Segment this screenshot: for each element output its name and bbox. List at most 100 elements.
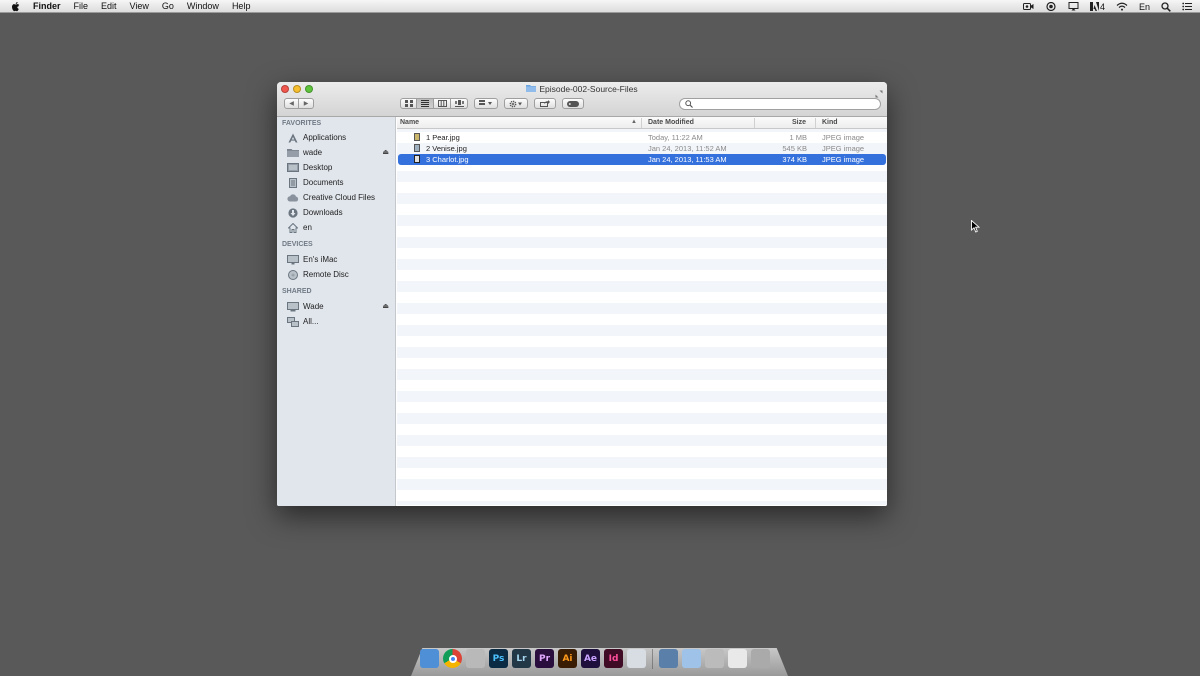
lightroom-icon[interactable]: Lr: [512, 649, 531, 668]
menu-go[interactable]: Go: [162, 1, 174, 11]
action-button[interactable]: [504, 98, 528, 109]
cloud-sync-icon[interactable]: [1045, 2, 1057, 11]
sidebar-item-en[interactable]: en: [287, 221, 392, 234]
file-row[interactable]: 2 Venise.jpg Jan 24, 2013, 11:52 AM 545 …: [397, 143, 887, 154]
network-icon: [287, 316, 299, 327]
column-view-icon: [437, 100, 447, 107]
search-input[interactable]: [697, 100, 867, 108]
airplay-icon[interactable]: [1068, 2, 1079, 11]
sidebar-item-desktop[interactable]: Desktop: [287, 161, 392, 174]
file-name: 2 Venise.jpg: [426, 144, 467, 153]
list-view-button[interactable]: [417, 98, 434, 109]
file-kind: JPEG image: [822, 155, 865, 164]
column-divider[interactable]: [754, 118, 755, 128]
chrome-icon[interactable]: [443, 649, 462, 668]
sidebar-item-documents[interactable]: Documents: [287, 176, 392, 189]
downloads-stack-icon[interactable]: [682, 649, 701, 668]
column-header-size[interactable]: Size: [792, 119, 806, 126]
sidebar-item-remote-disc[interactable]: Remote Disc: [287, 268, 392, 281]
notifications-icon[interactable]: [1182, 2, 1192, 11]
jpeg-file-icon: [414, 155, 420, 163]
sidebar-item-label: En's iMac: [303, 255, 338, 264]
title-bar[interactable]: Episode-002-Source-Files ◀ ▶: [277, 82, 887, 117]
column-header-name[interactable]: Name: [400, 119, 419, 126]
downloads-icon: [287, 207, 299, 218]
sidebar-item-shared-wade[interactable]: Wade ⏏: [287, 300, 392, 313]
eject-icon[interactable]: ⏏: [382, 302, 389, 310]
premiere-icon[interactable]: Pr: [535, 649, 554, 668]
column-divider[interactable]: [815, 118, 816, 128]
column-divider[interactable]: [641, 118, 642, 128]
menu-app-name[interactable]: Finder: [33, 1, 61, 11]
sidebar-item-imac[interactable]: En's iMac: [287, 253, 392, 266]
menu-edit[interactable]: Edit: [101, 1, 117, 11]
finder-icon[interactable]: [420, 649, 439, 668]
indesign-icon[interactable]: Id: [604, 649, 623, 668]
sidebar: FAVORITES Applications wade ⏏ Desktop Do…: [277, 117, 396, 506]
gear-icon: [509, 100, 522, 107]
photo-booth-icon[interactable]: [466, 649, 485, 668]
media-icon[interactable]: [659, 649, 678, 668]
sidebar-item-label: Remote Disc: [303, 270, 349, 279]
share-button[interactable]: [534, 98, 556, 109]
dock-icons: Ps Lr Pr Ai Ae Id: [420, 649, 770, 669]
facetime-icon[interactable]: [1022, 2, 1034, 11]
sidebar-item-label: Applications: [303, 133, 347, 142]
column-header-bar: Name ▲ Date Modified Size Kind: [397, 117, 887, 129]
share-icon: [540, 100, 550, 107]
arrange-button[interactable]: [474, 98, 498, 109]
automator-icon[interactable]: [705, 649, 724, 668]
wifi-icon[interactable]: [1116, 2, 1128, 11]
back-button[interactable]: ◀: [284, 98, 299, 109]
icon-view-icon: [404, 100, 413, 107]
search-field[interactable]: [679, 98, 881, 110]
fullscreen-icon[interactable]: [875, 85, 883, 98]
file-size: 1 MB: [789, 133, 807, 142]
photoshop-icon[interactable]: Ps: [489, 649, 508, 668]
column-view-button[interactable]: [434, 98, 451, 109]
menu-file[interactable]: File: [74, 1, 89, 11]
sidebar-item-label: All...: [303, 317, 319, 326]
column-header-date[interactable]: Date Modified: [648, 119, 694, 126]
file-size: 545 KB: [782, 144, 807, 153]
file-kind: JPEG image: [822, 133, 865, 142]
menu-window[interactable]: Window: [187, 1, 219, 11]
finder-window: Episode-002-Source-Files ◀ ▶ FAVORITES A…: [277, 82, 887, 506]
file-row[interactable]: 1 Pear.jpg Today, 11:22 AM 1 MB JPEG ima…: [397, 132, 887, 143]
menu-view[interactable]: View: [130, 1, 149, 11]
after-effects-icon[interactable]: Ae: [581, 649, 600, 668]
input-source[interactable]: En: [1139, 2, 1150, 12]
documents-stack-icon[interactable]: [728, 649, 747, 668]
file-row-selected[interactable]: 3 Charlot.jpg Jan 24, 2013, 11:53 AM 374…: [398, 154, 886, 165]
forward-button[interactable]: ▶: [299, 98, 314, 109]
spotlight-icon[interactable]: [1161, 1, 1171, 12]
search-icon: [685, 100, 693, 108]
tags-button[interactable]: [562, 98, 584, 109]
menu-help[interactable]: Help: [232, 1, 251, 11]
eject-icon[interactable]: ⏏: [382, 148, 389, 156]
apple-icon[interactable]: [11, 1, 23, 12]
favorites-header: FAVORITES: [282, 120, 322, 127]
jpeg-file-icon: [414, 144, 420, 152]
sidebar-item-label: Creative Cloud Files: [303, 193, 376, 202]
sidebar-item-creative-cloud-files[interactable]: Creative Cloud Files: [287, 191, 392, 204]
column-header-kind[interactable]: Kind: [822, 119, 838, 126]
cover-flow-button[interactable]: [451, 98, 468, 109]
icon-view-button[interactable]: [400, 98, 417, 109]
adobe-icon[interactable]: 4: [1089, 2, 1105, 12]
preview-icon[interactable]: [627, 649, 646, 668]
sidebar-item-wade[interactable]: wade ⏏: [287, 146, 392, 159]
navigation-buttons: ◀ ▶: [284, 98, 314, 109]
view-mode-group: [400, 98, 468, 109]
illustrator-icon[interactable]: Ai: [558, 649, 577, 668]
sidebar-item-all[interactable]: All...: [287, 315, 392, 328]
sidebar-item-applications[interactable]: Applications: [287, 131, 392, 144]
sidebar-item-downloads[interactable]: Downloads: [287, 206, 392, 219]
home-icon: [287, 222, 299, 233]
file-date: Today, 11:22 AM: [648, 133, 703, 142]
folder-icon: [526, 84, 537, 94]
creative-cloud-icon: [287, 193, 299, 203]
trash-icon[interactable]: [751, 649, 770, 668]
mouse-cursor-icon: [971, 219, 981, 238]
tag-icon: [567, 100, 579, 107]
